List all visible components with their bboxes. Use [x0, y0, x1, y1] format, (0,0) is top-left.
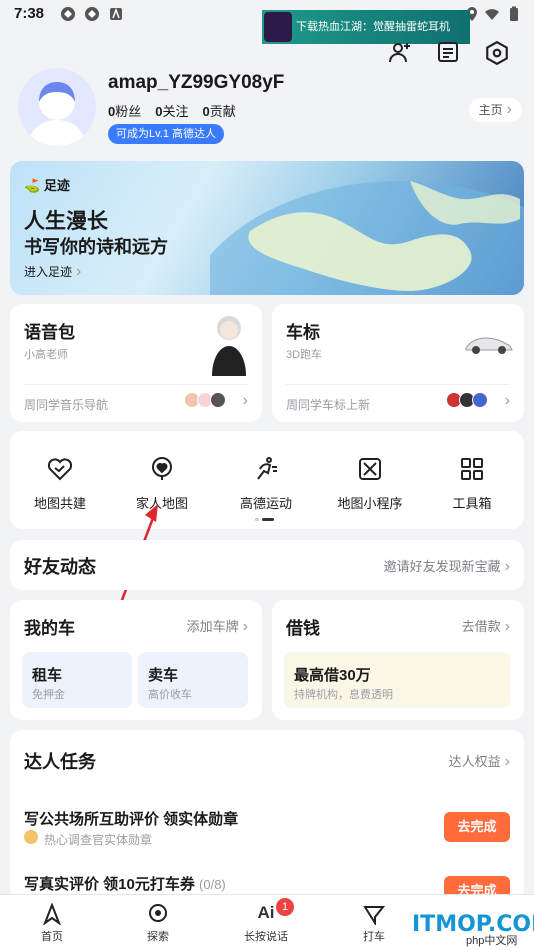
- globe-illustration: [210, 181, 524, 295]
- loan-title: 借钱: [286, 619, 320, 638]
- voice-pack-title: 语音包: [24, 323, 75, 342]
- family-heart-icon: [148, 455, 176, 483]
- car-logo-subtitle: 3D跑车: [286, 349, 323, 361]
- avatar-group: [184, 392, 226, 413]
- notification-icon: [84, 6, 100, 22]
- add-friend-icon[interactable]: [388, 40, 412, 64]
- status-time: 7:38: [14, 5, 45, 22]
- complete-task-button[interactable]: 去完成: [444, 812, 510, 842]
- loan-card: 借钱 去借款 最高借30万 持牌机构，息费透明: [272, 600, 524, 720]
- tasks-title: 达人任务: [24, 752, 96, 772]
- tool-mini-programs[interactable]: 地图小程序: [322, 455, 418, 512]
- fans-stat[interactable]: 0粉丝: [108, 101, 141, 120]
- heart-handshake-icon: [46, 455, 74, 483]
- follow-stat[interactable]: 0关注: [155, 101, 188, 120]
- car-logo-group: [446, 392, 488, 413]
- running-icon: [252, 455, 280, 483]
- username: amap_YZ99GY08yF: [108, 72, 285, 93]
- voice-character-icon: [212, 316, 246, 376]
- contrib-stat[interactable]: 0贡献: [203, 101, 236, 120]
- loan-offer-box[interactable]: 最高借30万 持牌机构，息费透明: [284, 652, 510, 708]
- tools-card: 地图共建 家人地图 高德运动 地图小程序 工具箱: [10, 431, 524, 529]
- tool-toolbox[interactable]: 工具箱: [424, 455, 520, 512]
- nav-home[interactable]: 首页: [22, 902, 82, 944]
- watermark-sub: php中文网: [466, 935, 518, 947]
- task-title: 写真实评价 领10元打车券 (0/8): [24, 876, 226, 893]
- voice-pack-footer: 周同学音乐导航: [24, 398, 109, 412]
- ai-icon: Ai: [257, 903, 275, 922]
- taxi-icon: [363, 903, 386, 927]
- car-logo-title: 车标: [286, 323, 320, 342]
- medal-icon: [24, 830, 38, 844]
- task-title: 写公共场所互助评价 领实体勋章: [24, 811, 239, 828]
- battery-icon: [506, 6, 522, 22]
- expert-tasks-card: 达人任务 达人权益 写公共场所互助评价 领实体勋章 热心调查官实体勋章 去完成 …: [10, 730, 524, 906]
- my-car-card: 我的车 添加车牌 租车 免押金 卖车 高价收车: [10, 600, 262, 720]
- mini-program-icon: [356, 455, 384, 483]
- app-notification-icon: [108, 6, 124, 22]
- chevron-right-icon: [239, 392, 248, 410]
- friends-feed-card[interactable]: 好友动态 邀请好友发现新宝藏: [10, 540, 524, 590]
- friends-title: 好友动态: [24, 557, 96, 577]
- car-logo-footer: 周同学车标上新: [286, 398, 371, 412]
- ad-banner[interactable]: 下载热血江湖：觉醒抽雷蛇耳机: [262, 10, 470, 44]
- home-link[interactable]: 主页: [468, 98, 522, 122]
- page-dot: [255, 518, 259, 521]
- expert-rights-link[interactable]: 达人权益: [449, 751, 510, 771]
- grid-icon: [458, 455, 486, 483]
- navigation-arrow-icon: [41, 902, 63, 926]
- settings-icon[interactable]: [484, 40, 510, 66]
- enter-footprint-link[interactable]: 进入足迹: [24, 263, 81, 281]
- wifi-icon: [484, 6, 500, 22]
- nav-taxi[interactable]: 打车: [344, 903, 404, 944]
- chevron-right-icon: [501, 392, 510, 410]
- tool-map-contribute[interactable]: 地图共建: [12, 455, 108, 512]
- notification-icon: [60, 6, 76, 22]
- footprint-tag: ⛳ 足迹: [24, 178, 70, 193]
- divider: [286, 384, 510, 385]
- voice-pack-card[interactable]: 语音包 小高老师 周同学音乐导航: [10, 304, 262, 422]
- task-progress: (0/8): [199, 877, 226, 892]
- task-subtitle: 热心调查官实体勋章: [44, 833, 153, 847]
- ad-text: 下载热血江湖：觉醒抽雷蛇耳机: [296, 21, 450, 33]
- hero-subtitle: 书写你的诗和远方: [24, 237, 168, 257]
- divider: [24, 384, 248, 385]
- sports-car-icon: [465, 337, 513, 354]
- invite-friends-link[interactable]: 邀请好友发现新宝藏: [384, 556, 510, 576]
- profile-stats: 0粉丝 0关注 0贡献: [108, 101, 236, 120]
- game-character-icon: [264, 12, 292, 42]
- sell-car-box[interactable]: 卖车 高价收车: [138, 652, 248, 708]
- notes-icon[interactable]: [436, 40, 460, 64]
- hero-title: 人生漫长: [24, 210, 108, 233]
- borrow-link[interactable]: 去借款: [462, 616, 510, 636]
- car-logo-card[interactable]: 车标 3D跑车 周同学车标上新: [272, 304, 524, 422]
- avatar[interactable]: [18, 68, 96, 146]
- footprint-banner[interactable]: ⛳ 足迹 人生漫长 书写你的诗和远方 进入足迹: [10, 161, 524, 295]
- notification-badge: 1: [276, 898, 294, 916]
- tool-sports[interactable]: 高德运动: [218, 455, 314, 512]
- nav-search[interactable]: 探索: [128, 903, 188, 944]
- rent-car-box[interactable]: 租车 免押金: [22, 652, 132, 708]
- level-badge[interactable]: 可成为Lv.1 高德达人: [108, 124, 225, 144]
- add-plate-link[interactable]: 添加车牌: [187, 616, 248, 636]
- default-avatar-icon: [28, 82, 86, 146]
- voice-pack-subtitle: 小高老师: [24, 349, 68, 361]
- location-pin-icon: [147, 903, 169, 925]
- my-car-title: 我的车: [24, 619, 75, 638]
- page-dot-active: [262, 518, 274, 521]
